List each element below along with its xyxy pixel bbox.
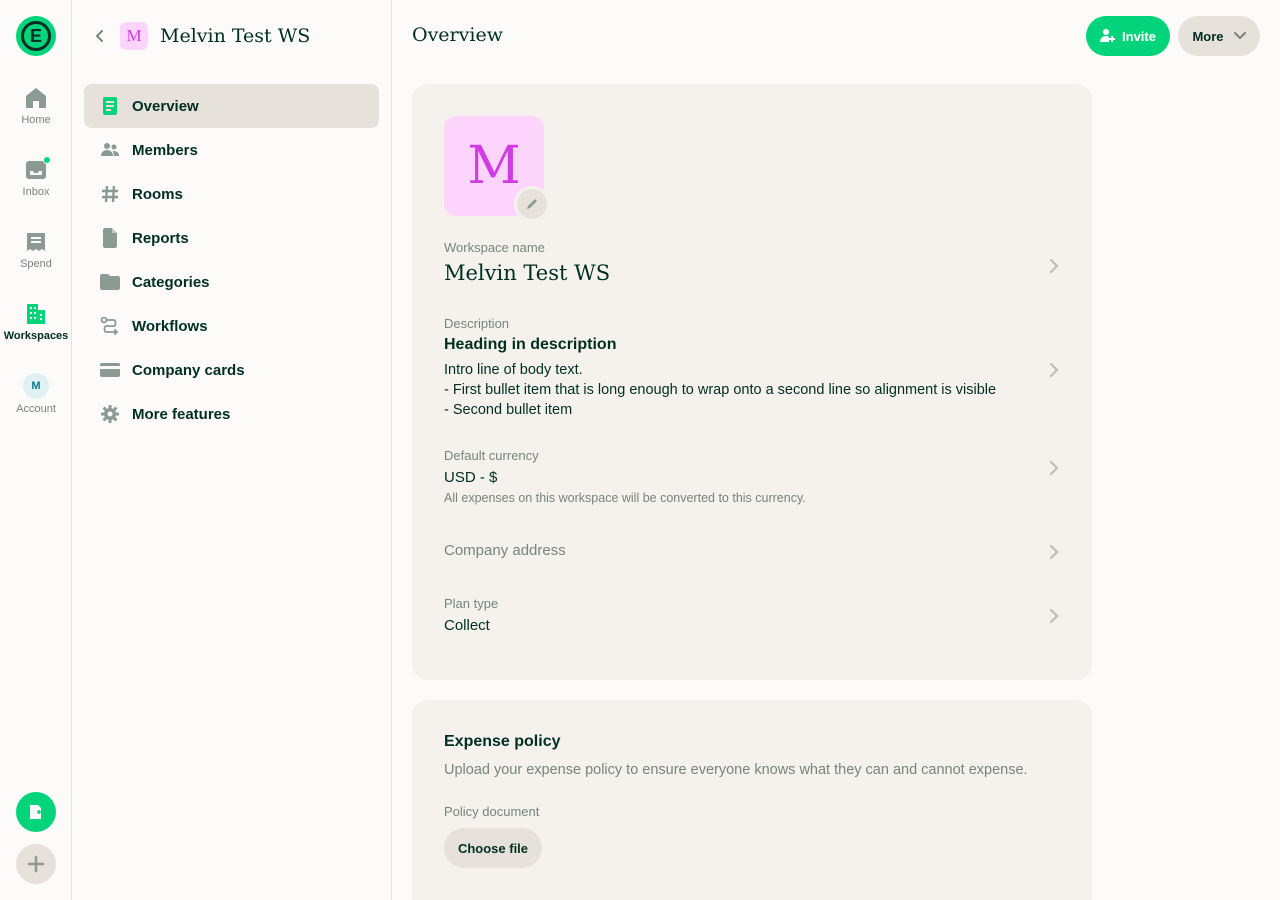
more-button[interactable]: More xyxy=(1178,16,1260,56)
edit-avatar-button[interactable] xyxy=(514,186,550,222)
home-icon xyxy=(26,88,46,108)
company-address-row[interactable]: Company address xyxy=(444,542,1060,562)
sidebar-item-label: Reports xyxy=(132,229,189,247)
choose-file-button[interactable]: Choose file xyxy=(444,828,542,868)
workspace-name-row[interactable]: Workspace name Melvin Test WS xyxy=(444,240,1060,292)
sidebar-item-categories[interactable]: Categories xyxy=(84,260,379,304)
company-address-placeholder: Company address xyxy=(444,542,566,559)
sidebar-item-label: Overview xyxy=(132,97,199,115)
description-line: - First bullet item that is long enough … xyxy=(444,382,997,398)
folder-icon xyxy=(100,272,120,292)
back-chevron-icon[interactable] xyxy=(92,28,108,44)
chevron-right-icon xyxy=(1049,362,1059,378)
sidebar-item-label: Company cards xyxy=(132,361,245,379)
chevron-right-icon xyxy=(1049,460,1059,476)
workspace-name-label: Workspace name xyxy=(444,240,545,255)
expense-policy-subtitle: Upload your expense policy to ensure eve… xyxy=(444,762,1028,778)
invite-label: Invite xyxy=(1122,28,1156,44)
document-icon xyxy=(100,96,120,116)
description-heading: Heading in description xyxy=(444,336,617,353)
overview-card: M Workspace name Melvin Test WS Descript… xyxy=(412,84,1092,680)
rail-item-inbox[interactable]: Inbox xyxy=(0,156,72,198)
sidebar-item-label: Categories xyxy=(132,273,210,291)
sidebar-item-label: Rooms xyxy=(132,185,183,203)
invite-button[interactable]: Invite xyxy=(1086,16,1170,56)
building-icon xyxy=(27,304,45,324)
policy-document-label: Policy document xyxy=(444,804,540,819)
unread-dot xyxy=(43,156,51,164)
description-line: Intro line of body text. xyxy=(444,362,583,378)
chevron-down-icon xyxy=(1233,32,1246,40)
page-title: Overview xyxy=(412,24,503,46)
more-label: More xyxy=(1192,28,1224,44)
expense-policy-title: Expense policy xyxy=(444,733,561,750)
description-line: - Second bullet item xyxy=(444,402,573,418)
sidebar-item-rooms[interactable]: Rooms xyxy=(84,172,379,216)
sidebar-item-more-features[interactable]: More features xyxy=(84,392,379,436)
currency-value: USD - $ xyxy=(444,469,498,486)
rail-item-workspaces[interactable]: Workspaces xyxy=(0,302,72,342)
avatar: M xyxy=(23,373,49,399)
rail-label-account: Account xyxy=(16,403,56,415)
expense-policy-card: Expense policy Upload your expense polic… xyxy=(412,700,1092,900)
plan-type-row[interactable]: Plan type Collect xyxy=(444,596,1060,640)
workspace-sidebar: M Melvin Test WS Overview Members Rooms … xyxy=(72,0,392,900)
sidebar-item-overview[interactable]: Overview xyxy=(84,84,379,128)
sidebar-header: M Melvin Test WS xyxy=(92,20,310,52)
rail-label-spend: Spend xyxy=(20,258,52,270)
hashtag-icon xyxy=(100,184,120,204)
chevron-right-icon xyxy=(1049,258,1059,274)
plan-value: Collect xyxy=(444,617,490,634)
workspace-avatar-small: M xyxy=(120,22,148,50)
currency-label: Default currency xyxy=(444,448,539,463)
default-currency-row[interactable]: Default currency USD - $ All expenses on… xyxy=(444,448,1060,510)
card-icon xyxy=(100,360,120,380)
navigation-rail: E Home Inbox Spend Workspaces M Account xyxy=(0,0,72,900)
sidebar-item-label: Members xyxy=(132,141,198,159)
description-label: Description xyxy=(444,316,510,331)
inbox-icon xyxy=(24,156,51,182)
pencil-icon xyxy=(527,199,537,209)
file-icon xyxy=(100,228,120,248)
rail-label-home: Home xyxy=(21,114,51,126)
sidebar-item-reports[interactable]: Reports xyxy=(84,216,379,260)
create-button[interactable] xyxy=(16,792,56,832)
receipt-icon xyxy=(27,233,45,251)
workspace-name-value: Melvin Test WS xyxy=(444,261,611,285)
logo-letter: E xyxy=(21,21,51,51)
plus-icon xyxy=(27,855,45,873)
sidebar-item-workflows[interactable]: Workflows xyxy=(84,304,379,348)
sidebar-item-members[interactable]: Members xyxy=(84,128,379,172)
expensify-logo[interactable]: E xyxy=(16,16,56,56)
add-user-icon xyxy=(1100,29,1116,42)
chevron-right-icon xyxy=(1049,544,1059,560)
plan-label: Plan type xyxy=(444,596,499,611)
users-icon xyxy=(100,140,120,160)
new-expense-icon xyxy=(30,805,41,819)
sidebar-item-label: More features xyxy=(132,405,231,423)
description-row[interactable]: Description Heading in description Intro… xyxy=(444,316,1060,424)
chevron-right-icon xyxy=(1049,608,1059,624)
rail-label-workspaces: Workspaces xyxy=(3,330,69,342)
rail-label-inbox: Inbox xyxy=(22,186,50,198)
gear-icon xyxy=(100,404,120,424)
workflow-icon xyxy=(100,316,120,336)
rail-item-home[interactable]: Home xyxy=(0,86,72,126)
workspace-menu: Overview Members Rooms Reports Categorie… xyxy=(84,84,379,436)
rail-item-spend[interactable]: Spend xyxy=(0,230,72,270)
workspace-title: Melvin Test WS xyxy=(160,25,311,47)
rail-item-account[interactable]: M Account xyxy=(0,373,72,415)
sidebar-item-company-cards[interactable]: Company cards xyxy=(84,348,379,392)
currency-hint: All expenses on this workspace will be c… xyxy=(444,491,806,505)
sidebar-item-label: Workflows xyxy=(132,317,208,335)
add-button[interactable] xyxy=(16,844,56,884)
